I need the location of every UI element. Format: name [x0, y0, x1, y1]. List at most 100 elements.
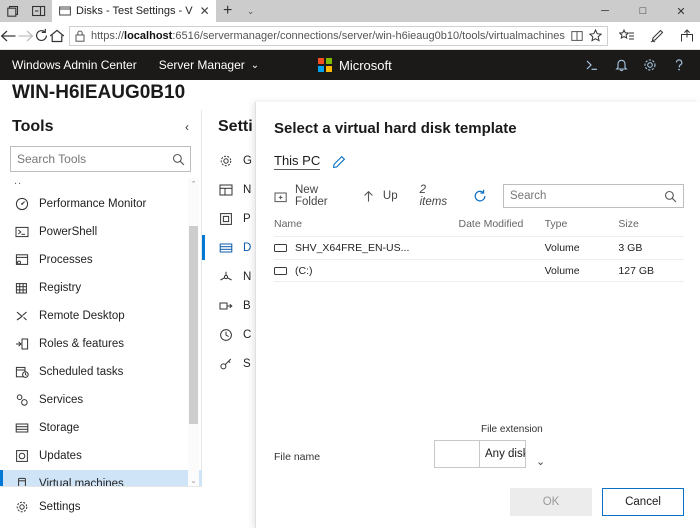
file-name-text: (C:): [295, 264, 313, 277]
sidebar-item-label: Performance Monitor: [39, 198, 147, 210]
reload-icon[interactable]: [34, 22, 49, 50]
settings-item-label: G: [243, 154, 252, 167]
disks-icon: [218, 240, 233, 255]
scrollbar-thumb[interactable]: [189, 226, 198, 424]
tools-overflow-indicator: ..: [14, 178, 23, 187]
new-folder-label: New Folder: [295, 184, 328, 208]
bell-icon[interactable]: [608, 50, 634, 80]
sidebar-item-settings[interactable]: Settings: [0, 487, 202, 527]
table-row[interactable]: SHV_X64FRE_EN-US... Volume 3 GB: [274, 236, 684, 259]
file-name-form: File name File extension Any disk ⌄: [256, 424, 700, 468]
sidebar-item-processes[interactable]: Processes: [0, 246, 202, 274]
tools-scrollbar[interactable]: ⌃ ⌄: [188, 178, 199, 486]
column-header-name[interactable]: Name: [274, 218, 459, 230]
tools-header: Tools ‹: [0, 110, 201, 142]
minimize-button[interactable]: ─: [586, 0, 624, 22]
pencil-icon[interactable]: [332, 155, 346, 169]
sidebar-item-roles-features[interactable]: Roles & features: [0, 330, 202, 358]
settings-item-label: B: [243, 299, 251, 312]
sidebar-item-services[interactable]: Services: [0, 386, 202, 414]
new-folder-button[interactable]: New Folder: [274, 184, 346, 208]
favorites-icon[interactable]: [612, 22, 642, 50]
sidebar-item-powershell[interactable]: PowerShell: [0, 218, 202, 246]
search-input[interactable]: [17, 152, 172, 166]
sidebar-item-remote-desktop[interactable]: Remote Desktop: [0, 302, 202, 330]
column-header-date-modified[interactable]: Date Modified: [459, 218, 545, 230]
refresh-icon[interactable]: [473, 189, 487, 203]
processes-icon: [14, 253, 29, 268]
table-row[interactable]: (C:) Volume 127 GB: [274, 259, 684, 282]
scroll-up-icon[interactable]: ⌃: [188, 178, 199, 189]
solution-label: Server Manager: [158, 58, 245, 72]
url-path: :6516/servermanager/connections/server/w…: [172, 29, 565, 42]
tab-preview-button[interactable]: [0, 0, 26, 22]
maximize-button[interactable]: □: [624, 0, 662, 22]
file-extension-select[interactable]: Any disk: [480, 440, 526, 468]
chevron-down-icon[interactable]: ⌄: [240, 0, 262, 22]
file-type-cell: Volume: [544, 264, 580, 277]
settings-item-label: N: [243, 270, 252, 283]
registry-icon: [14, 281, 29, 296]
boot-icon: [218, 298, 233, 313]
file-name-cell: (C:): [274, 265, 459, 277]
powershell-icon[interactable]: [579, 50, 605, 80]
file-name-text: SHV_X64FRE_EN-US...: [295, 242, 410, 254]
browser-window: Disks - Test Settings - V ✕ + ⌄ ─ □ ✕ ht…: [0, 0, 700, 528]
search-input[interactable]: [510, 190, 664, 202]
help-icon[interactable]: [666, 50, 692, 80]
share-icon[interactable]: [672, 22, 700, 50]
column-header-type[interactable]: Type: [545, 218, 619, 230]
file-search-box[interactable]: [503, 184, 684, 208]
back-icon[interactable]: [0, 22, 17, 50]
tab-close-icon[interactable]: ✕: [198, 5, 212, 17]
wac-topbar-actions: [579, 50, 700, 80]
forward-icon[interactable]: [17, 22, 34, 50]
sidebar-item-label: Storage: [39, 422, 80, 434]
sidebar-item-scheduled-tasks[interactable]: Scheduled tasks: [0, 358, 202, 386]
sidebar-item-registry[interactable]: Registry: [0, 274, 202, 302]
reading-view-icon[interactable]: [571, 30, 583, 42]
microsoft-label: Microsoft: [339, 57, 392, 73]
tab-favicon: [59, 5, 71, 17]
web-notes-icon[interactable]: [642, 22, 672, 50]
file-name-cell: SHV_X64FRE_EN-US...: [274, 242, 459, 254]
up-label: Up: [382, 190, 398, 202]
security-icon: [218, 356, 233, 371]
cancel-button[interactable]: Cancel: [602, 488, 684, 516]
file-name-label: File name: [274, 451, 321, 463]
sidebar-item-updates[interactable]: Updates: [0, 442, 202, 470]
sidebar-item-label: Roles & features: [39, 338, 125, 350]
tools-search-box[interactable]: [10, 146, 191, 172]
settings-item-label: S: [243, 357, 251, 370]
wac-brand-link[interactable]: Windows Admin Center: [0, 58, 137, 72]
close-button[interactable]: ✕: [662, 0, 700, 22]
column-header-size[interactable]: Size: [618, 218, 684, 230]
collapse-sidebar-icon[interactable]: ‹: [185, 120, 189, 134]
chevron-down-icon[interactable]: ⌄: [536, 455, 545, 468]
set-tabs-aside-button[interactable]: [26, 0, 52, 22]
tools-sidebar: Tools ‹ .. Performance Monitor PowerShel…: [0, 110, 202, 528]
address-bar[interactable]: https://localhost:6516/servermanager/con…: [69, 25, 608, 46]
sidebar-item-label: Updates: [39, 450, 82, 462]
sidebar-item-virtual-machines[interactable]: Virtual machines: [0, 470, 202, 486]
new-folder-icon: [274, 189, 288, 203]
scroll-down-icon[interactable]: ⌄: [188, 475, 199, 486]
browser-tab[interactable]: Disks - Test Settings - V ✕: [52, 0, 216, 22]
window-controls: ─ □ ✕: [586, 0, 700, 22]
file-size-cell: 3 GB: [618, 242, 643, 254]
arrow-up-icon: [362, 189, 376, 203]
settings-item-label: P: [243, 212, 251, 225]
new-tab-button[interactable]: +: [216, 0, 240, 22]
sidebar-item-performance-monitor[interactable]: Performance Monitor: [0, 190, 202, 218]
up-button[interactable]: Up: [362, 189, 398, 203]
home-icon[interactable]: [49, 22, 65, 50]
breadcrumb-path[interactable]: This PC: [274, 153, 321, 170]
file-extension-label: File extension: [481, 424, 543, 435]
star-icon[interactable]: [588, 29, 602, 42]
sidebar-item-label: Processes: [39, 254, 93, 266]
gear-icon[interactable]: [637, 50, 663, 80]
solution-selector[interactable]: Server Manager ⌄: [137, 58, 259, 72]
file-name-input[interactable]: [434, 440, 480, 468]
ok-button[interactable]: OK: [510, 488, 592, 516]
sidebar-item-storage[interactable]: Storage: [0, 414, 202, 442]
